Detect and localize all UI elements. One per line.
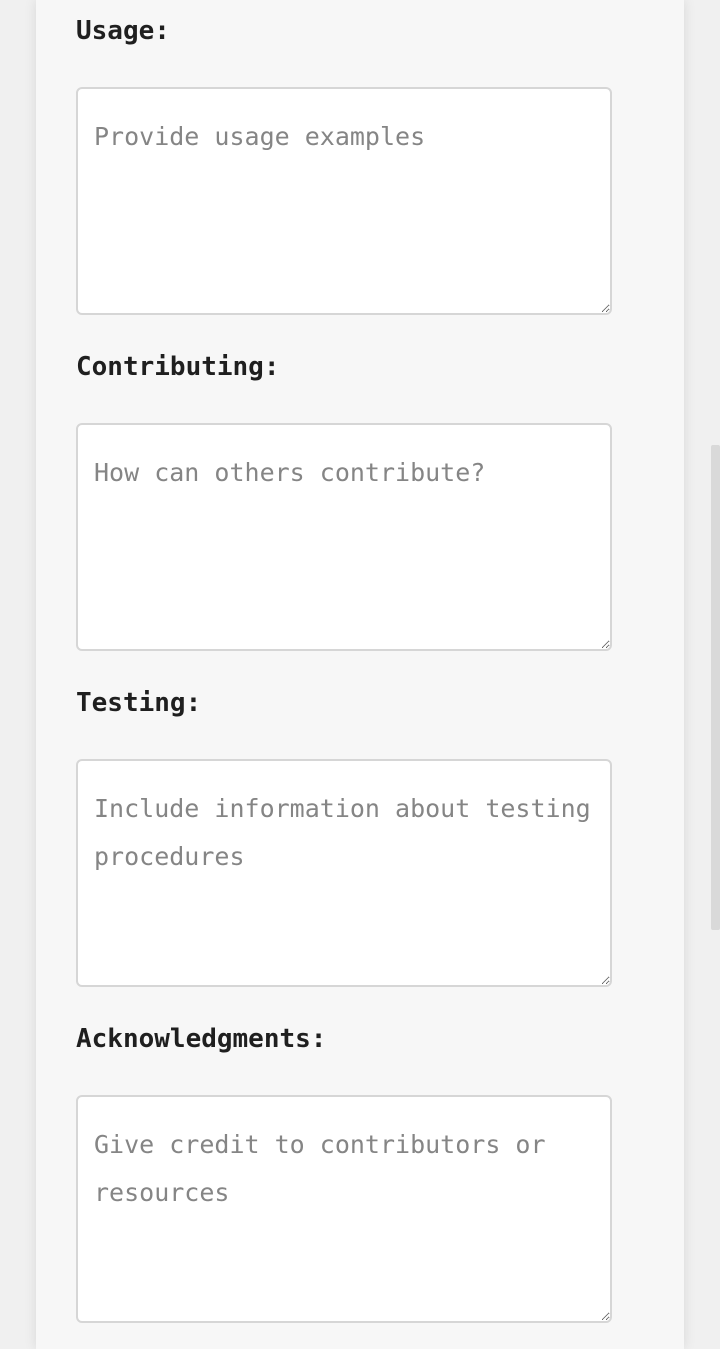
testing-textarea[interactable]	[76, 759, 612, 987]
acknowledgments-textarea[interactable]	[76, 1095, 612, 1323]
testing-label: Testing:	[76, 688, 202, 718]
contributing-label: Contributing:	[76, 352, 280, 382]
contributing-textarea[interactable]	[76, 423, 612, 651]
usage-textarea[interactable]	[76, 87, 612, 315]
usage-label: Usage:	[76, 16, 170, 46]
acknowledgments-label: Acknowledgments:	[76, 1024, 327, 1054]
page-scrollbar-thumb[interactable]	[711, 445, 720, 930]
